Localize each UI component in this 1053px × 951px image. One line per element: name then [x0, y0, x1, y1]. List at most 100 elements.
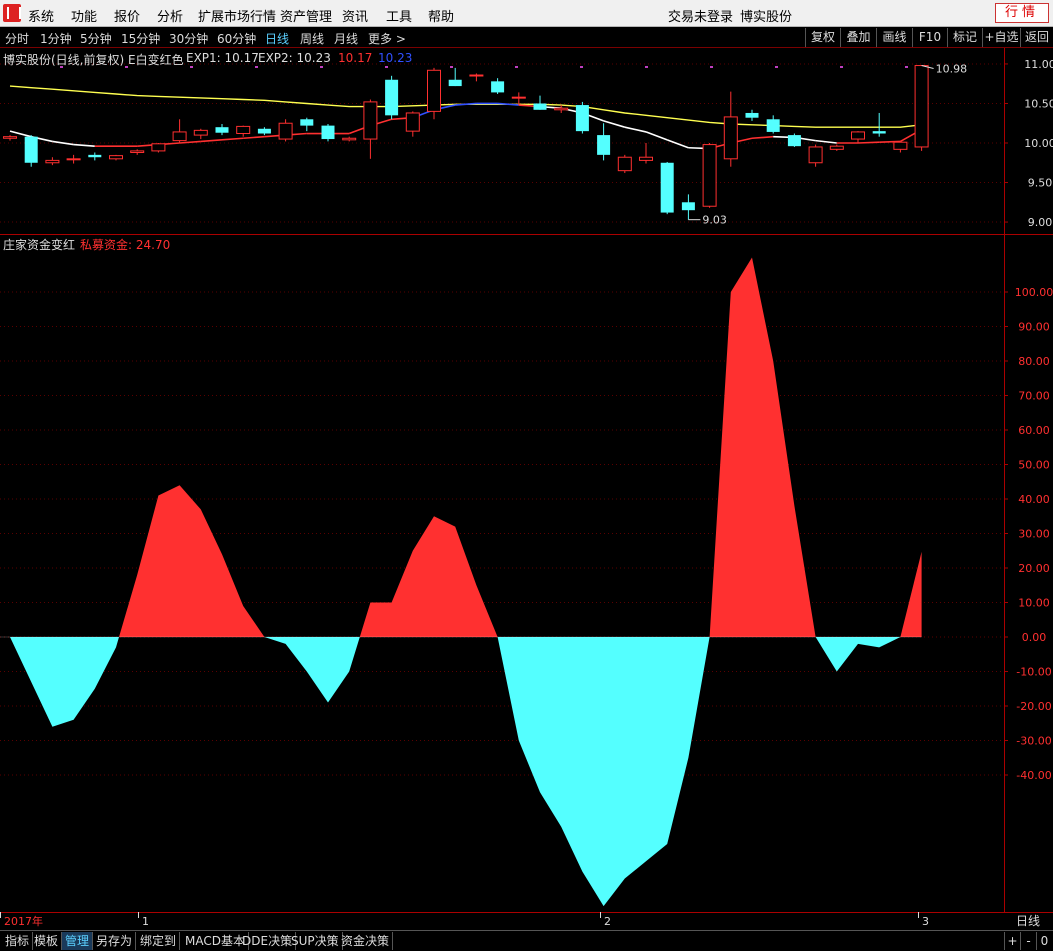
negative-fund-area — [264, 637, 360, 703]
stock-name: 博实股份 — [740, 10, 793, 25]
draw-line-button[interactable]: 画线 — [876, 28, 912, 47]
f10-button[interactable]: F10 — [912, 28, 947, 47]
period-15min[interactable]: 15分钟 — [121, 30, 160, 47]
candle-body — [24, 136, 38, 163]
positive-fund-area — [119, 485, 265, 637]
menu-help[interactable]: 帮助 — [428, 6, 454, 25]
zoom-out-button[interactable]: - — [1020, 932, 1036, 950]
candle-body — [554, 107, 569, 111]
exp2-segment — [815, 139, 837, 144]
tab-template[interactable]: 模板 — [31, 932, 63, 950]
exp2-value-blue: 10.23 — [378, 51, 413, 65]
back-button[interactable]: 返回 — [1020, 28, 1053, 47]
price-tick-label: 10.00 — [1024, 137, 1053, 150]
period-weekly[interactable]: 周线 — [300, 30, 324, 47]
indicator-tick-label: 50.00 — [1018, 459, 1050, 472]
time-label: 2 — [604, 915, 611, 928]
tab-indicator[interactable]: 指标 — [2, 932, 34, 950]
candle-body — [151, 143, 166, 152]
candle-body — [130, 150, 145, 153]
candle-body — [66, 158, 81, 161]
period-60min[interactable]: 60分钟 — [217, 30, 256, 47]
exp2-segment — [603, 120, 626, 128]
mark-button[interactable]: 标记 — [947, 28, 982, 47]
tab-manage[interactable]: 管理 — [62, 932, 94, 950]
menu-bar: 系统 功能 报价 分析 扩展市场行情 资产管理 资讯 工具 帮助 交易未登录 博… — [0, 0, 1053, 27]
candle-body — [660, 162, 674, 213]
candle-body — [575, 105, 589, 132]
exp2-segment — [52, 140, 74, 146]
price-tick-label: 11.00 — [1024, 58, 1053, 71]
signal-marker — [515, 66, 518, 68]
candle-body — [702, 144, 717, 207]
signal-marker — [255, 66, 258, 68]
candle-body — [851, 131, 865, 140]
zoom-in-button[interactable]: + — [1004, 932, 1020, 950]
period-monthly[interactable]: 月线 — [334, 30, 358, 47]
chart-area[interactable]: 9.0310.98 11.0010.5010.009.509.00100.009… — [0, 48, 1053, 930]
add-watchlist-button[interactable]: +自选 — [982, 28, 1020, 47]
menu-analysis[interactable]: 分析 — [157, 6, 183, 25]
candle-body — [321, 125, 335, 140]
period-daily[interactable]: 日线 — [265, 30, 289, 47]
period-5min[interactable]: 5分钟 — [80, 30, 112, 47]
tab-save-as[interactable]: 另存为 — [93, 932, 137, 950]
menu-quote[interactable]: 报价 — [114, 6, 140, 25]
menu-extended-market[interactable]: 扩展市场行情 — [198, 6, 276, 25]
exp2-segment — [200, 139, 223, 143]
exp2-segment — [751, 135, 774, 140]
indicator-tick-label: 70.00 — [1018, 390, 1050, 403]
tab-sup-decision[interactable]: SUP决策 — [288, 932, 343, 950]
quote-button[interactable]: 行情 — [995, 3, 1049, 23]
menu-system[interactable]: 系统 — [28, 6, 54, 25]
time-label: 1 — [142, 915, 149, 928]
signal-marker — [775, 66, 778, 68]
login-status[interactable]: 交易未登录 — [668, 6, 733, 25]
signal-marker — [580, 66, 583, 68]
period-toolbar: 分时 1分钟 5分钟 15分钟 30分钟 60分钟 日线 周线 月线 更多 > … — [0, 27, 1053, 48]
menu-news[interactable]: 资讯 — [342, 6, 368, 25]
candle-body — [172, 131, 187, 142]
candle-body — [45, 159, 60, 164]
candle-body — [469, 74, 484, 77]
period-timeshare[interactable]: 分时 — [5, 30, 29, 47]
exp2-segment — [243, 135, 265, 140]
price-tick-label: 9.00 — [1028, 216, 1053, 229]
low-price-label: 9.03 — [702, 214, 727, 227]
indicator-tick-label: 60.00 — [1018, 424, 1050, 437]
overlay-button[interactable]: 叠加 — [840, 28, 876, 47]
candle-body — [681, 202, 695, 211]
period-more[interactable]: 更多 > — [368, 30, 406, 47]
indicator-tick-label: 90.00 — [1018, 321, 1050, 334]
period-30min[interactable]: 30分钟 — [169, 30, 208, 47]
period-1min[interactable]: 1分钟 — [40, 30, 72, 47]
candle-body — [766, 119, 780, 132]
reset-button[interactable]: 0 — [1036, 932, 1052, 950]
indicator-chart[interactable] — [0, 257, 922, 907]
menu-asset-management[interactable]: 资产管理 — [280, 6, 332, 25]
indicator-tick-label: 10.00 — [1018, 597, 1050, 610]
tab-bind-to[interactable]: 绑定到 — [137, 932, 181, 950]
exp2-segment — [666, 139, 689, 149]
indicator-tick-label: 40.00 — [1018, 493, 1050, 506]
candle-body — [363, 101, 378, 140]
candle-body — [914, 65, 929, 148]
indicator-tick-label: 100.00 — [1015, 286, 1053, 299]
candle-body — [278, 122, 293, 140]
adjust-button[interactable]: 复权 — [805, 28, 840, 47]
grid-lines — [0, 63, 1004, 776]
tab-fund-decision[interactable]: 资金决策 — [338, 932, 394, 950]
menu-function[interactable]: 功能 — [71, 6, 97, 25]
indicator-tick-label: 30.00 — [1018, 528, 1050, 541]
menu-tools[interactable]: 工具 — [386, 6, 412, 25]
price-tick-label: 10.50 — [1024, 97, 1053, 110]
candle-body — [533, 103, 547, 110]
exp2-segment — [179, 140, 201, 144]
positive-fund-area — [900, 551, 922, 637]
candle-body — [448, 79, 462, 87]
indicator-tick-label: -20.00 — [1016, 700, 1051, 713]
candle-body — [872, 131, 886, 134]
candle-body — [405, 112, 420, 132]
signal-marker — [710, 66, 713, 68]
price-chart[interactable]: 9.03 10.98 — [3, 63, 968, 227]
